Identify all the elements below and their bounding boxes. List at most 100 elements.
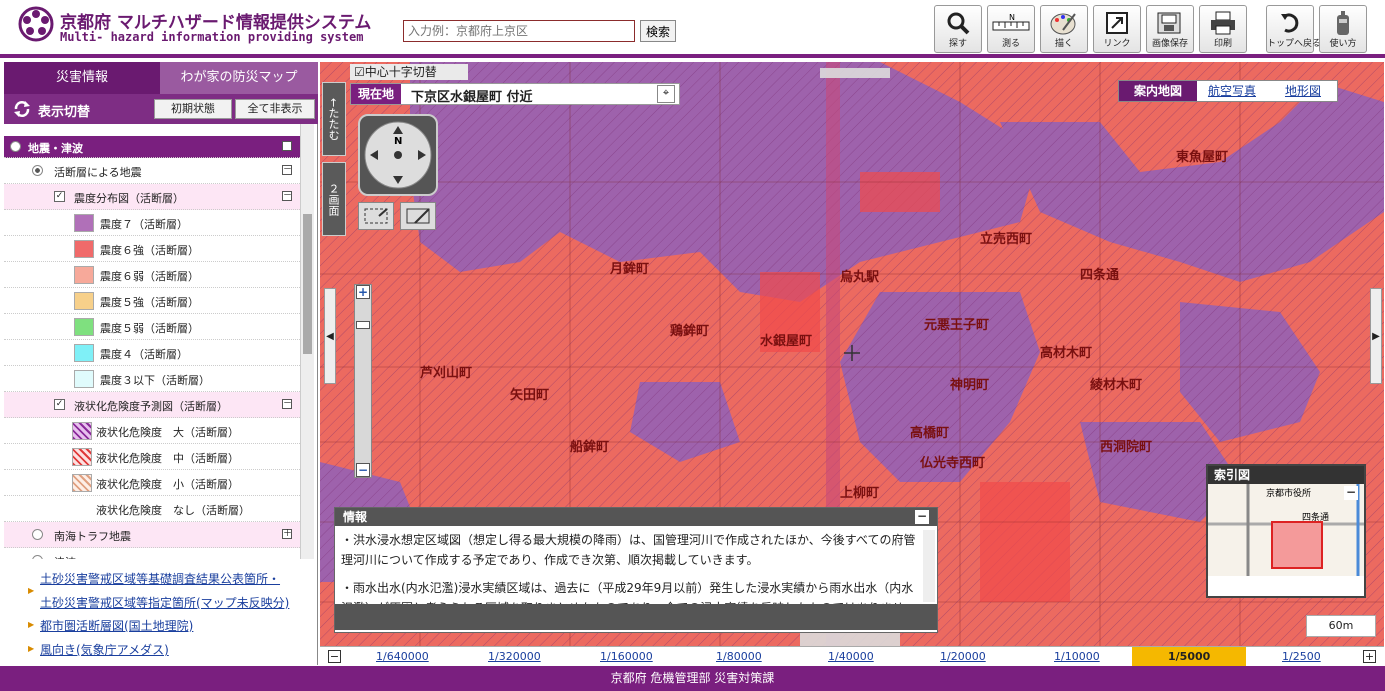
- legend-label: 震度４（活断層）: [100, 348, 188, 361]
- back-to-top-button[interactable]: トップへ戻る: [1266, 5, 1321, 53]
- search-button[interactable]: 検索: [640, 20, 676, 42]
- link-wind-amedas[interactable]: 風向き(気象庁アメダス): [40, 641, 169, 658]
- legend-swatch: [74, 344, 94, 362]
- group-label: 震度分布図（活断層）: [74, 192, 184, 205]
- locate-icon[interactable]: ⌖: [657, 85, 675, 103]
- link-landslide-designated[interactable]: 土砂災害警戒区域等指定箇所(マップ未反映分): [40, 594, 289, 611]
- category-earthquake-tsunami[interactable]: 地震・津波 －: [4, 136, 300, 158]
- reset-button[interactable]: 初期状態: [154, 99, 232, 119]
- group-intensity[interactable]: ✓ 震度分布図（活断層） －: [4, 184, 300, 210]
- layer-tree-scrollbar[interactable]: [300, 124, 314, 559]
- legend-label: 震度７（活断層）: [100, 218, 188, 231]
- minimize-icon[interactable]: −: [915, 510, 929, 524]
- scale-option[interactable]: 1/320000: [488, 650, 541, 663]
- scale-option[interactable]: 1/20000: [940, 650, 986, 663]
- group-active-fault[interactable]: 活断層による地震 －: [4, 158, 300, 184]
- draw-icon: [1050, 13, 1076, 35]
- save-image-tool-label: 画像保存: [1151, 39, 1188, 49]
- fold-panel-button[interactable]: ←たたむ: [322, 82, 346, 156]
- zoom-in-button[interactable]: +: [356, 285, 370, 299]
- measure-tool-button[interactable]: N 測る: [987, 5, 1035, 53]
- expand-icon[interactable]: ＋: [282, 529, 292, 539]
- compass-pan-control[interactable]: N: [358, 114, 438, 196]
- kyoto-crest-logo: [18, 6, 54, 42]
- link-tool-label: リンク: [1103, 39, 1131, 49]
- group-liquefaction[interactable]: ✓ 液状化危険度予測図（活断層） －: [4, 392, 300, 418]
- scale-option[interactable]: 1/10000: [1054, 650, 1100, 663]
- group-tsunami[interactable]: 津波: [4, 548, 300, 559]
- tab-my-map[interactable]: わが家の防災マップ: [160, 62, 318, 94]
- legend-item: 液状化危険度 中（活断層）: [4, 444, 300, 470]
- legend-item: 液状化危険度 大（活断層）: [4, 418, 300, 444]
- collapse-icon[interactable]: －: [282, 165, 292, 175]
- index-map-thumbnail: 京都市役所 四条通: [1208, 484, 1364, 576]
- minimize-icon[interactable]: −: [1344, 486, 1358, 500]
- print-tool-button[interactable]: 印刷: [1199, 5, 1247, 53]
- category-radio[interactable]: [10, 141, 21, 152]
- save-image-tool-button[interactable]: 画像保存: [1146, 5, 1194, 53]
- collapse-icon[interactable]: －: [282, 141, 292, 151]
- fold-label: たたむ: [327, 107, 340, 141]
- info-panel-scrollbar[interactable]: [923, 530, 935, 602]
- info-panel: 情報 − ・洪水浸水想定区域図（想定し得る最大規模の降雨）は、国管理河川で作成さ…: [334, 507, 938, 633]
- legend-swatch: [74, 240, 94, 258]
- map-label: 立売西町: [980, 232, 1033, 247]
- hide-all-button[interactable]: 全て非表示: [235, 99, 315, 119]
- scale-option-active[interactable]: 1/5000: [1168, 650, 1210, 663]
- active-fault-radio[interactable]: [32, 165, 43, 176]
- layer-tree: 地震・津波 － 活断層による地震 － ✓ 震度分布図（活断層） － 震度７（活断…: [4, 124, 300, 559]
- link-landslide-survey[interactable]: 土砂災害警戒区域等基礎調査結果公表箇所・: [40, 570, 280, 587]
- pan-left-button[interactable]: ◀: [324, 288, 336, 384]
- help-button[interactable]: 使い方: [1319, 5, 1367, 53]
- split-screen-button[interactable]: ２画面: [322, 162, 346, 236]
- search-input[interactable]: [403, 20, 635, 42]
- map-type-terrain[interactable]: 地形図: [1267, 81, 1339, 101]
- map-type-aerial[interactable]: 航空写真: [1197, 81, 1267, 101]
- link-icon: [1106, 12, 1128, 34]
- scale-option[interactable]: 1/80000: [716, 650, 762, 663]
- zoom-box-out-button[interactable]: [358, 202, 394, 230]
- scale-zoom-in-button[interactable]: +: [1363, 650, 1376, 663]
- crosshair-toggle[interactable]: ☑中心十字切替: [350, 64, 468, 80]
- info-paragraph: ・洪水浸水想定区域図（想定し得る最大規模の降雨）は、国管理河川で作成されたほか、…: [341, 533, 916, 567]
- link-tool-button[interactable]: リンク: [1093, 5, 1141, 53]
- index-map[interactable]: 索引図 − 京都市役所 四条通: [1206, 464, 1366, 598]
- scale-option[interactable]: 1/640000: [376, 650, 429, 663]
- crosshair-checkbox[interactable]: ☑: [354, 65, 365, 79]
- link-active-fault-map[interactable]: 都市圏活断層図(国土地理院): [40, 617, 193, 634]
- current-location-bar: 現在地 下京区水銀屋町 付近 ⌖: [350, 83, 680, 105]
- scale-option[interactable]: 1/2500: [1282, 650, 1321, 663]
- collapse-icon[interactable]: －: [282, 191, 292, 201]
- map-type-guide[interactable]: 案内地図: [1119, 81, 1197, 101]
- map-label: 船鉾町: [570, 440, 610, 455]
- scale-zoom-out-button[interactable]: −: [328, 650, 341, 663]
- split-screen-label: ２画面: [327, 182, 340, 216]
- scale-option[interactable]: 1/160000: [600, 650, 653, 663]
- map-view[interactable]: 元悪王子町 水銀屋町 烏丸駅 四条通 高材木町 立売西町 神明町 高橋町 西洞院…: [320, 62, 1384, 646]
- collapse-icon[interactable]: －: [282, 399, 292, 409]
- display-toggle-bar: 表示切替 初期状態 全て非表示: [4, 94, 318, 124]
- liquefaction-checkbox[interactable]: ✓: [54, 399, 65, 410]
- nankai-radio[interactable]: [32, 529, 43, 540]
- zoom-out-button[interactable]: −: [356, 463, 370, 477]
- legend-item: 震度５弱（活断層）: [4, 314, 300, 340]
- search-tool-button[interactable]: 探す: [934, 5, 982, 53]
- index-map-header: 索引図 −: [1208, 466, 1364, 500]
- tab-disaster-info[interactable]: 災害情報: [4, 62, 160, 94]
- pan-right-button[interactable]: ▶: [1370, 288, 1382, 384]
- scrollbar-thumb[interactable]: [303, 214, 312, 354]
- scale-selector: − 1/640000 1/320000 1/160000 1/80000 1/4…: [320, 646, 1384, 667]
- zoom-slider-handle[interactable]: [356, 321, 370, 329]
- tsunami-radio[interactable]: [32, 555, 43, 559]
- zoom-slider[interactable]: + −: [354, 284, 372, 478]
- current-location-badge: 現在地: [351, 84, 401, 104]
- draw-tool-button[interactable]: 描く: [1040, 5, 1088, 53]
- save-image-icon: [1157, 12, 1181, 34]
- bullet-icon: ▶: [28, 620, 35, 629]
- legend-item: 震度６弱（活断層）: [4, 262, 300, 288]
- scale-option[interactable]: 1/40000: [828, 650, 874, 663]
- zoom-box-in-button[interactable]: [400, 202, 436, 230]
- intensity-checkbox[interactable]: ✓: [54, 191, 65, 202]
- legend-label: 液状化危険度 小（活断層）: [96, 478, 239, 491]
- group-nankai[interactable]: 南海トラフ地震 ＋: [4, 522, 300, 548]
